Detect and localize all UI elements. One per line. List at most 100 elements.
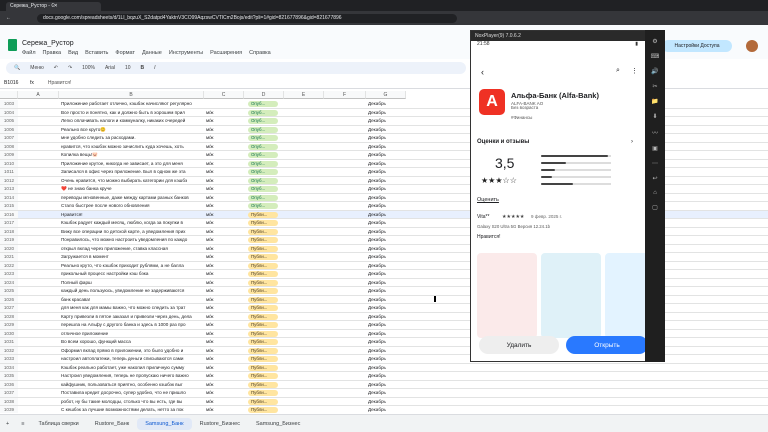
cell-month[interactable]: Декабрь <box>366 211 406 219</box>
cell-gender[interactable]: м/ж <box>204 262 244 270</box>
recents-nav-icon[interactable]: ▢ <box>645 204 665 211</box>
cell-review[interactable]: настроил автоплатежи, теперь деньги спис… <box>59 355 203 363</box>
cell-gender[interactable]: м/ж <box>204 228 244 236</box>
cell-month[interactable]: Декабрь <box>366 134 406 142</box>
status-chip[interactable]: Публи... <box>248 288 278 294</box>
cell-review[interactable]: Приложение работает отлично, кэшбэк начи… <box>59 100 203 108</box>
cell-month[interactable]: Декабрь <box>366 160 406 168</box>
cell-gender[interactable]: м/ж <box>204 151 244 159</box>
cell-review[interactable]: Записался в офис через приложение. Был в… <box>59 168 203 176</box>
cell-gender[interactable]: м/ж <box>204 330 244 338</box>
cell-month[interactable]: Декабрь <box>366 381 406 389</box>
cell-month[interactable]: Декабрь <box>366 338 406 346</box>
multi-instance-icon[interactable]: ▣ <box>645 145 665 152</box>
cell-month[interactable]: Декабрь <box>366 389 406 397</box>
cell-month[interactable]: Декабрь <box>366 355 406 363</box>
cell-review[interactable]: Вижу все операции по детской карте, а ув… <box>59 228 203 236</box>
zoom-select[interactable]: 100% <box>82 65 95 71</box>
table-row[interactable]: 1035 Настроил уведомления, теперь не проп… <box>0 372 768 381</box>
column-header-f[interactable]: F <box>324 91 366 99</box>
browser-tab[interactable]: Сережа_Рустор - Google Табл...✕ <box>6 1 101 11</box>
keyboard-icon[interactable]: ⌨ <box>645 53 665 60</box>
tab-sheet-3[interactable]: Samsung_Банк <box>137 417 192 430</box>
cell-gender[interactable]: м/ж <box>204 389 244 397</box>
bold-icon[interactable]: B <box>141 65 145 71</box>
cell-gender[interactable]: м/ж <box>204 338 244 346</box>
cell-review[interactable]: Карту привезли в пятое заказал и привезл… <box>59 313 203 321</box>
cell-gender[interactable]: м/ж <box>204 253 244 261</box>
cell-review[interactable]: переводы мгновенные, даже между картами … <box>59 194 203 202</box>
undo-icon[interactable]: ↶ <box>54 65 58 71</box>
shake-icon[interactable]: 〰 <box>645 128 665 137</box>
tab-sheet-4[interactable]: Rustore_Бизнес <box>192 418 248 430</box>
sheets-logo-icon[interactable] <box>8 39 17 51</box>
back-icon[interactable]: ← <box>6 15 11 21</box>
status-chip[interactable]: Опуб... <box>248 135 278 141</box>
table-row[interactable]: 1034 Кэшбэк реально работает, уже накопил… <box>0 363 768 372</box>
cell-month[interactable]: Декабрь <box>366 313 406 321</box>
table-row[interactable]: 1037 Поставила кредит досрочно, супер удо… <box>0 389 768 398</box>
ratings-title[interactable]: Оценки и отзывы <box>477 139 529 145</box>
font-select[interactable]: Arial <box>105 65 115 71</box>
cell-review[interactable]: мне удобно следить за расходами. <box>59 134 203 142</box>
cell-review[interactable]: перешла на Альфу с другого банка и здесь… <box>59 321 203 329</box>
volume-icon[interactable]: 🔊 <box>645 68 665 75</box>
cell-review[interactable]: прикольный процесс настройки кэш бэка <box>59 270 203 278</box>
status-chip[interactable]: Публи... <box>248 245 278 252</box>
menu-edit[interactable]: Правка <box>43 50 62 56</box>
cell-month[interactable]: Декабрь <box>366 398 406 406</box>
cell-gender[interactable]: м/ж <box>204 160 244 168</box>
cell-review[interactable]: отличное приложение <box>59 330 203 338</box>
cell-gender[interactable]: м/ж <box>204 398 244 406</box>
status-chip[interactable]: Опуб... <box>248 126 278 133</box>
search-icon[interactable]: ⌕ <box>616 67 620 75</box>
status-chip[interactable]: Публи... <box>248 279 278 286</box>
home-nav-icon[interactable]: ⌂ <box>645 190 665 196</box>
cell-month[interactable]: Декабрь <box>366 194 406 202</box>
menu-file[interactable]: Файл <box>22 50 36 56</box>
cell-gender[interactable]: м/ж <box>204 202 244 210</box>
cell-review[interactable]: нравится, что кэшбэк можно зачислить куд… <box>59 143 203 151</box>
cell-review[interactable]: ❤️ не знаю банка круче <box>59 185 203 193</box>
cell-gender[interactable]: м/ж <box>204 347 244 355</box>
cell-month[interactable]: Декабрь <box>366 406 406 413</box>
app-category[interactable]: #Финансы <box>511 115 532 120</box>
cell-gender[interactable]: м/ж <box>204 134 244 142</box>
status-chip[interactable]: Публи... <box>248 237 278 243</box>
status-chip[interactable]: Публи... <box>248 262 278 269</box>
cell-gender[interactable]: м/ж <box>204 219 244 227</box>
status-chip[interactable]: Опуб... <box>248 203 278 209</box>
status-chip[interactable]: Опуб... <box>248 177 278 184</box>
status-chip[interactable]: Публи... <box>248 407 278 413</box>
screenshot-1[interactable] <box>477 253 537 338</box>
corner-cell[interactable] <box>0 91 18 99</box>
screenshot-icon[interactable]: ✂ <box>645 83 665 90</box>
cell-review[interactable]: Стало быстрее после нового обновления <box>59 202 203 210</box>
cell-month[interactable]: Декабрь <box>366 219 406 227</box>
cell-gender[interactable]: м/ж <box>204 194 244 202</box>
menu-data[interactable]: Данные <box>142 50 162 56</box>
table-row[interactable]: 1038 робот, ну бы такие молодцы, столько … <box>0 397 768 406</box>
cell-month[interactable]: Декабрь <box>366 143 406 151</box>
cell-month[interactable]: Декабрь <box>366 347 406 355</box>
menu-insert[interactable]: Вставить <box>85 50 108 56</box>
column-header-a[interactable]: A <box>18 91 59 99</box>
status-chip[interactable]: Опуб... <box>248 109 278 116</box>
status-chip[interactable]: Публи... <box>248 305 278 311</box>
cell-month[interactable]: Декабрь <box>366 372 406 380</box>
menu-help[interactable]: Справка <box>249 50 271 56</box>
status-chip[interactable]: Публи... <box>248 364 278 371</box>
status-chip[interactable]: Публи... <box>248 211 278 218</box>
cell-month[interactable]: Декабрь <box>366 321 406 329</box>
more-options-icon[interactable]: ⋯ <box>645 160 665 167</box>
cell-review[interactable]: для меня как для мамы важно, что можно с… <box>59 304 203 312</box>
status-chip[interactable]: Публи... <box>248 296 278 303</box>
status-chip[interactable]: Публи... <box>248 220 278 226</box>
cell-gender[interactable]: м/ж <box>204 321 244 329</box>
status-chip[interactable]: Опуб... <box>248 160 278 167</box>
tab-sheet-1[interactable]: Таблица сверки <box>30 418 86 430</box>
cell-gender[interactable]: м/ж <box>204 168 244 176</box>
cell-gender[interactable]: м/ж <box>204 185 244 193</box>
status-chip[interactable]: Публи... <box>248 322 278 328</box>
cell-review[interactable]: Настроил уведомления, теперь не пропуска… <box>59 372 203 380</box>
